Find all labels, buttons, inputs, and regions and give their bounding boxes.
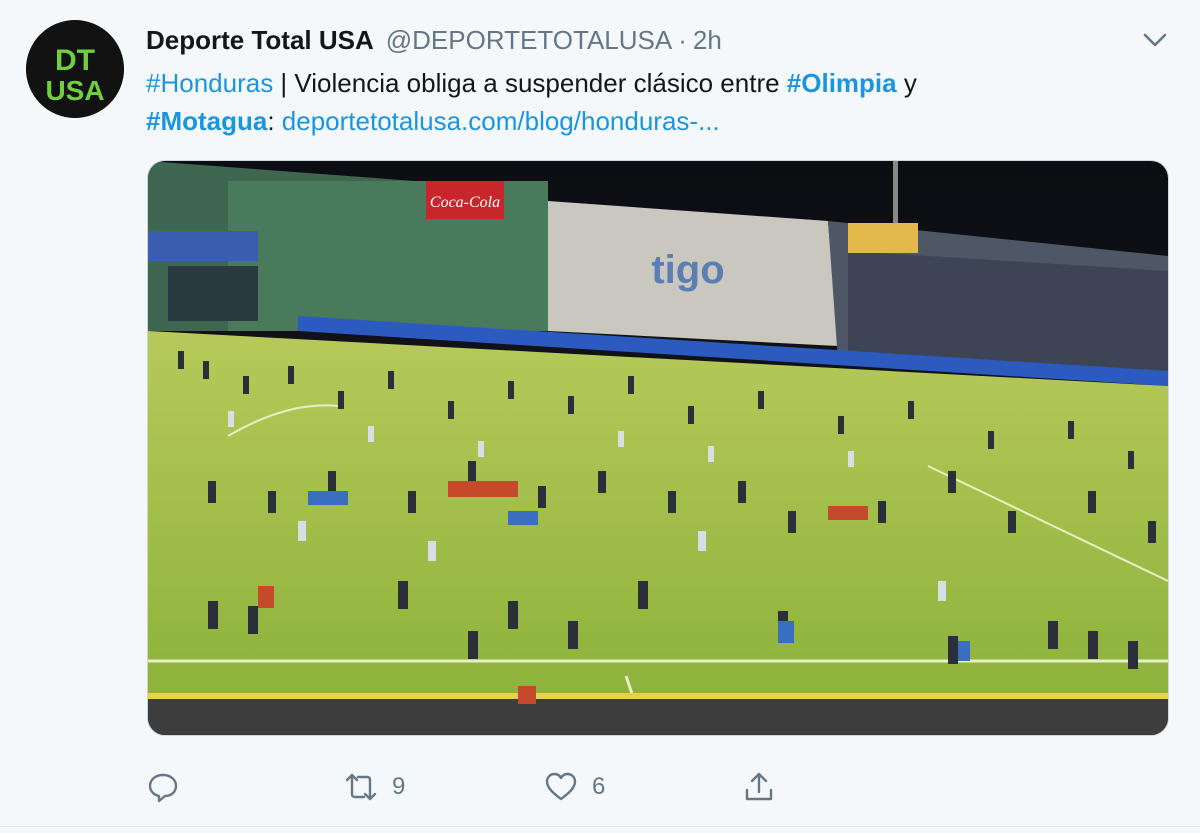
share-icon: [745, 772, 773, 801]
avatar-text-bottom: USA: [45, 75, 104, 106]
separator-dot: ·: [678, 24, 687, 55]
heart-icon: [545, 772, 577, 801]
reply-icon: [148, 773, 178, 803]
hashtag-olimpia[interactable]: #Olimpia: [787, 68, 897, 98]
display-name[interactable]: Deporte Total USA: [146, 25, 374, 56]
reply-button[interactable]: [146, 762, 180, 812]
tweet[interactable]: DT USA Deporte Total USA @DEPORTETOTALUS…: [0, 0, 1200, 833]
avatar-text-top: DT: [55, 44, 95, 77]
timestamp[interactable]: 2h: [693, 25, 722, 56]
share-button[interactable]: [742, 762, 776, 812]
chevron-down-icon[interactable]: [1142, 30, 1168, 50]
tweet-text-part2: y: [896, 68, 917, 98]
tigo-seat-lettering: tigo: [651, 248, 724, 292]
tweet-divider: [0, 826, 1200, 827]
hashtag-motagua[interactable]: #Motagua: [146, 106, 267, 136]
retweet-button[interactable]: 9: [344, 762, 405, 812]
tweet-text-part1: | Violencia obliga a suspender clásico e…: [273, 68, 787, 98]
retweet-icon: [345, 773, 377, 801]
user-handle[interactable]: @DEPORTETOTALUSA: [386, 25, 672, 56]
tweet-photo[interactable]: Coca-Cola tigo: [147, 160, 1169, 736]
retweet-count: 9: [392, 773, 406, 800]
article-link[interactable]: deportetotalusa.com/blog/honduras-...: [282, 106, 720, 136]
like-count: 6: [592, 773, 606, 800]
tweet-header: Deporte Total USA @DEPORTETOTALUSA · 2h: [146, 22, 722, 58]
like-button[interactable]: 6: [544, 762, 605, 812]
tweet-actions: 9 6: [146, 762, 1146, 812]
tweet-text: #Honduras | Violencia obliga a suspender…: [146, 64, 1156, 140]
hashtag-honduras[interactable]: #Honduras: [146, 68, 273, 98]
coca-cola-banner: Coca-Cola: [430, 194, 500, 211]
avatar[interactable]: DT USA: [26, 20, 124, 118]
tweet-text-part3: :: [267, 106, 282, 136]
